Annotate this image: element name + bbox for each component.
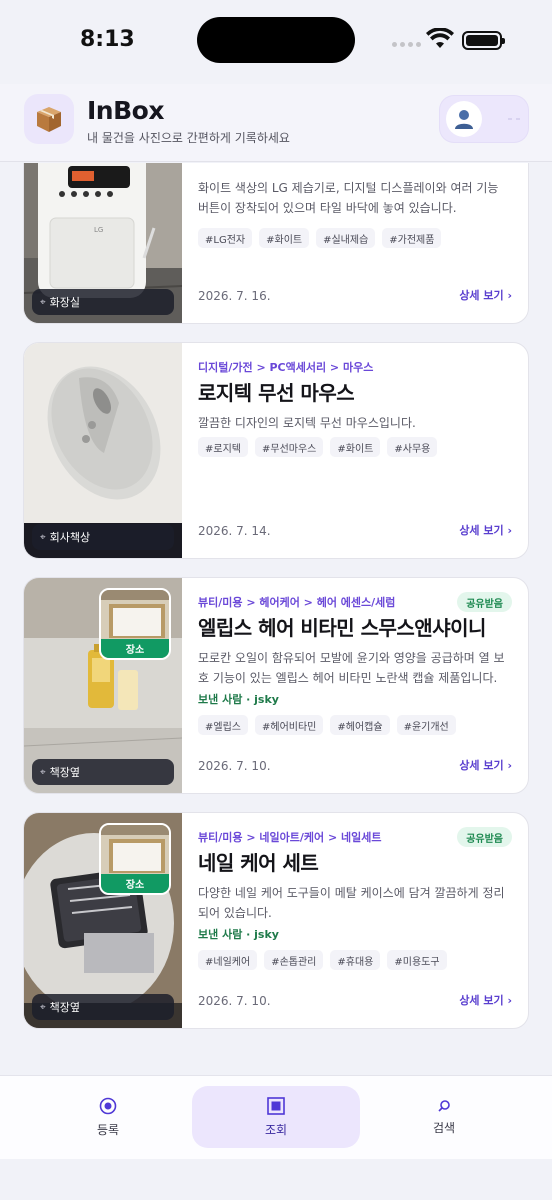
tag[interactable]: #실내제습 [316, 228, 376, 248]
item-category: 뷰티/미용 > 네일아트/케어 > 네일세트 [198, 831, 382, 844]
item-card[interactable]: ⌖ 회사책상 디지털/가전 > PC액세서리 > 마우스 로지텍 무선 마우스 깔… [23, 342, 529, 559]
place-name: 책장옆 [49, 1001, 81, 1014]
place-photo-thumbnail[interactable]: 장소 [99, 588, 171, 660]
nav-register[interactable]: 등록 [58, 1086, 158, 1148]
item-title: 로지텍 무선 마우스 [198, 381, 355, 405]
place-photo-thumbnail[interactable]: 장소 [99, 823, 171, 895]
cellular-signal-icon [392, 42, 421, 47]
app-title: InBox [87, 96, 164, 125]
dynamic-island [197, 17, 355, 63]
place-label: ⌖ 책장옆 [32, 994, 174, 1020]
shared-badge: 공유받음 [457, 827, 512, 847]
place-label: ⌖ 회사책상 [32, 524, 174, 550]
item-content: 뷰티/미용 > 헤어케어 > 헤어 에센스/세럼 공유받음 엘립스 헤어 비타민… [198, 578, 512, 793]
place-name: 회사책상 [49, 531, 91, 544]
tag[interactable]: #윤기개선 [396, 715, 456, 735]
bottom-nav: 등록 조회 검색 [0, 1075, 552, 1159]
item-card[interactable]: LG ⌖ 화장실 화이트 색상의 LG 제습기로, 디지털 디스플레이와 여러 기… [23, 163, 529, 324]
tag[interactable]: #헤어비타민 [254, 715, 324, 735]
item-card[interactable]: 장소 ⌖ 책장옆 뷰티/미용 > 헤어케어 > 헤어 에센스/세럼 공유받음 엘립… [23, 577, 529, 794]
app-header: InBox 내 물건을 사진으로 간편하게 기록하세요 [0, 84, 552, 162]
tag[interactable]: #손톱관리 [264, 950, 324, 970]
app-subtitle: 내 물건을 사진으로 간편하게 기록하세요 [87, 131, 290, 145]
tag-list: #엘립스 #헤어비타민 #헤어캡슐 #윤기개선 [198, 715, 456, 735]
tag[interactable]: #미용도구 [387, 950, 447, 970]
detail-link[interactable]: 상세 보기 › [459, 757, 512, 773]
item-photo: ⌖ 회사책상 [24, 343, 182, 558]
place-label: ⌖ 책장옆 [32, 759, 174, 785]
nav-label: 검색 [432, 1120, 456, 1135]
tag[interactable]: #헤어캡슐 [330, 715, 390, 735]
place-photo-label: 장소 [101, 874, 169, 893]
item-list[interactable]: LG ⌖ 화장실 화이트 색상의 LG 제습기로, 디지털 디스플레이와 여러 기… [0, 163, 552, 1075]
nav-search[interactable]: 검색 [394, 1086, 494, 1148]
item-category: 뷰티/미용 > 헤어케어 > 헤어 에센스/세럼 [198, 596, 396, 609]
item-content: 뷰티/미용 > 네일아트/케어 > 네일세트 공유받음 네일 케어 세트 다양한… [198, 813, 512, 1028]
item-card[interactable]: 장소 ⌖ 책장옆 뷰티/미용 > 네일아트/케어 > 네일세트 공유받음 네일 케… [23, 812, 529, 1029]
detail-link[interactable]: 상세 보기 › [459, 992, 512, 1008]
nav-label: 조회 [264, 1122, 288, 1137]
profile-menu-dots [508, 118, 520, 120]
search-icon [438, 1099, 450, 1112]
item-description: 다양한 네일 케어 도구들이 메탈 케이스에 담겨 깔끔하게 정리되어 있습니다… [198, 886, 505, 920]
location-pin-icon: ⌖ [40, 531, 46, 543]
tag[interactable]: #무선마우스 [254, 437, 324, 457]
location-pin-icon: ⌖ [40, 1001, 46, 1013]
logo [24, 94, 74, 144]
item-content: 화이트 색상의 LG 제습기로, 디지털 디스플레이와 여러 기능 버튼이 장착… [198, 163, 512, 323]
item-date: 2026. 7. 10. [198, 759, 271, 773]
package-box-icon [37, 107, 61, 132]
tag[interactable]: #사무용 [387, 437, 438, 457]
tag[interactable]: #휴대용 [330, 950, 381, 970]
tag[interactable]: #화이트 [330, 437, 381, 457]
status-bar: 8:13 [0, 0, 552, 84]
item-description: 모로칸 오일이 함유되어 모발에 윤기와 영양을 공급하며 열 보호 기능이 있… [198, 651, 505, 685]
square-icon [267, 1096, 285, 1115]
item-content: 디지털/가전 > PC액세서리 > 마우스 로지텍 무선 마우스 깔끔한 디자인… [198, 343, 512, 558]
item-photo: LG ⌖ 화장실 [24, 163, 182, 323]
tag[interactable]: #화이트 [259, 228, 310, 248]
location-pin-icon: ⌖ [40, 766, 46, 778]
location-pin-icon: ⌖ [40, 296, 46, 308]
detail-link[interactable]: 상세 보기 › [459, 522, 512, 538]
nav-label: 등록 [96, 1122, 120, 1137]
profile-button[interactable] [440, 96, 528, 142]
item-date: 2026. 7. 14. [198, 524, 271, 538]
tag[interactable]: #네일케어 [198, 950, 258, 970]
tag-list: #로지텍 #무선마우스 #화이트 #사무용 [198, 437, 438, 457]
sender-label: 보낸 사람 · jsky [198, 693, 279, 706]
detail-link[interactable]: 상세 보기 › [459, 287, 512, 303]
tag[interactable]: #가전제품 [382, 228, 442, 248]
item-title: 엘립스 헤어 비타민 스무스앤샤이니 [198, 616, 486, 640]
shared-badge: 공유받음 [457, 592, 512, 612]
wifi-icon [426, 28, 454, 48]
place-photo-label: 장소 [101, 639, 169, 658]
place-label: ⌖ 화장실 [32, 289, 174, 315]
item-title: 네일 케어 세트 [198, 851, 319, 875]
item-date: 2026. 7. 10. [198, 994, 271, 1008]
home-indicator-area [0, 1159, 552, 1200]
photo-brand-text: LG [94, 226, 103, 234]
record-icon [99, 1097, 117, 1114]
tag[interactable]: #LG전자 [198, 228, 253, 248]
place-name: 화장실 [49, 296, 81, 309]
tag[interactable]: #엘립스 [198, 715, 248, 735]
item-category: 디지털/가전 > PC액세서리 > 마우스 [198, 361, 374, 374]
item-description: 깔끔한 디자인의 로지텍 무선 마우스입니다. [198, 416, 416, 430]
item-photo: 장소 ⌖ 책장옆 [24, 813, 182, 1028]
user-avatar-icon [446, 101, 482, 137]
clock: 8:13 [80, 27, 135, 52]
sender-label: 보낸 사람 · jsky [198, 928, 279, 941]
nav-view[interactable]: 조회 [192, 1086, 360, 1148]
place-name: 책장옆 [49, 766, 81, 779]
item-photo: 장소 ⌖ 책장옆 [24, 578, 182, 793]
tag-list: #네일케어 #손톱관리 #휴대용 #미용도구 [198, 950, 447, 970]
tag[interactable]: #로지텍 [198, 437, 248, 457]
battery-icon [462, 31, 505, 50]
item-description: 화이트 색상의 LG 제습기로, 디지털 디스플레이와 여러 기능 버튼이 장착… [198, 181, 499, 215]
tag-list: #LG전자 #화이트 #실내제습 #가전제품 [198, 228, 442, 248]
item-date: 2026. 7. 16. [198, 289, 271, 303]
